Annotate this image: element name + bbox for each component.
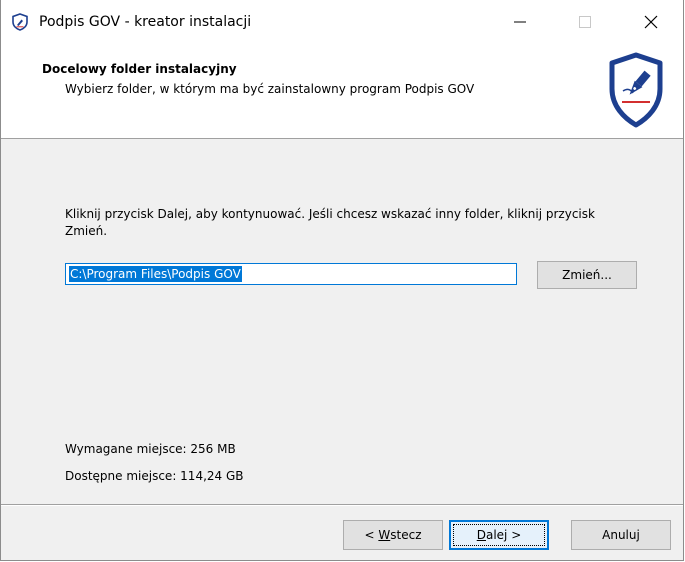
minimize-icon [514,21,526,23]
installer-window: Podpis GOV - kreator instalacji Docelowy… [0,0,684,561]
instruction-text: Kliknij przycisk Dalej, aby kontynuować.… [65,207,595,238]
install-path-input[interactable]: C:\Program Files\Podpis GOV [65,263,517,285]
back-label: stecz [390,528,422,542]
install-path-value: C:\Program Files\Podpis GOV [69,266,242,282]
wizard-header: Docelowy folder instalacyjny Wybierz fol… [1,44,683,139]
back-button[interactable]: < Wstecz [343,520,443,550]
app-shield-icon [12,13,28,31]
page-title: Docelowy folder instalacyjny [42,62,237,76]
close-icon [644,15,658,29]
window-title: Podpis GOV - kreator instalacji [39,14,252,30]
minimize-button[interactable] [497,0,543,44]
maximize-button[interactable] [562,0,608,44]
maximize-icon [579,16,591,28]
cancel-button[interactable]: Anuluj [571,520,671,550]
page-subtitle: Wybierz folder, w którym ma być zainstal… [65,82,475,96]
close-button[interactable] [628,0,674,44]
change-folder-button[interactable]: Zmień... [537,261,637,289]
next-button[interactable]: Dalej > [449,520,549,550]
wizard-content: Kliknij przycisk Dalej, aby kontynuować.… [1,139,683,504]
focus-rect [453,524,545,546]
footer-divider [1,504,683,506]
back-accesskey: W [378,528,391,542]
space-required-label: Wymagane miejsce: 256 MB [65,442,236,456]
shield-pen-icon [609,52,663,128]
back-prefix: < [364,528,379,542]
space-available-label: Dostępne miejsce: 114,24 GB [65,469,244,483]
title-bar[interactable]: Podpis GOV - kreator instalacji [1,0,683,44]
